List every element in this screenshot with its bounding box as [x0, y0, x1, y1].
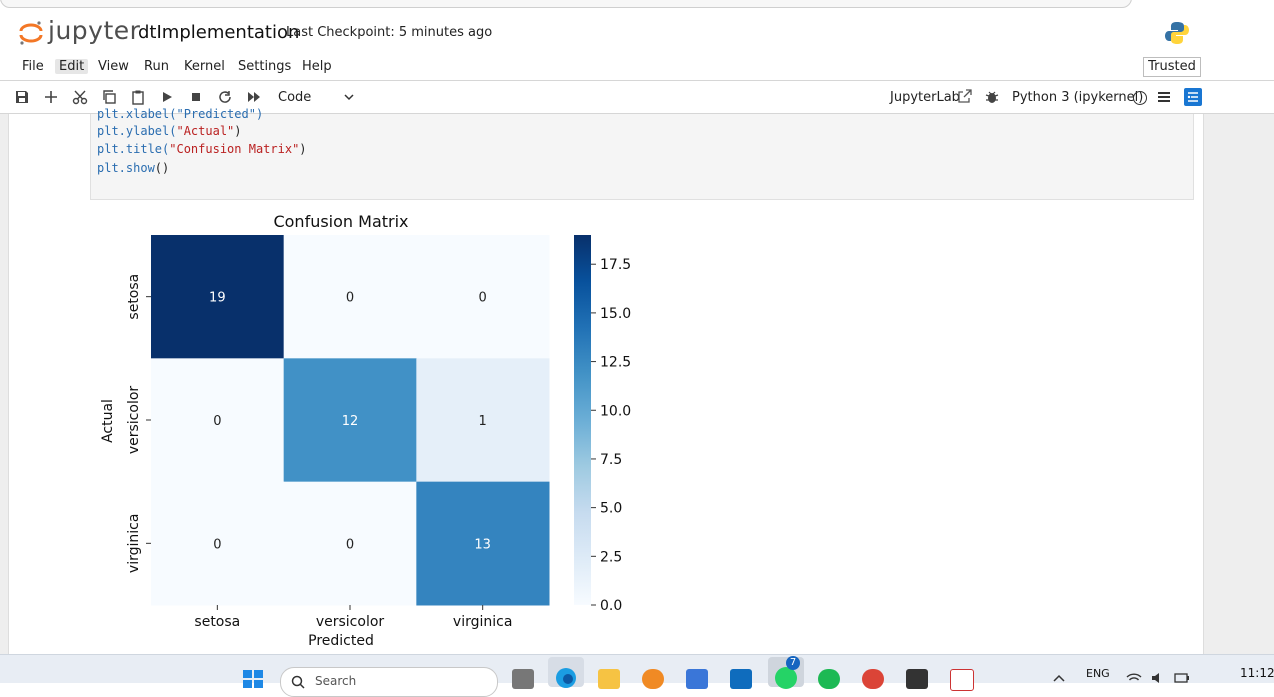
chart-title: Confusion Matrix — [273, 212, 408, 231]
kernel-name[interactable]: Python 3 (ipykernel) — [1012, 90, 1143, 105]
menu-kernel[interactable]: Kernel — [180, 59, 229, 74]
terminal-icon[interactable] — [906, 669, 928, 689]
save-icon[interactable] — [14, 89, 30, 105]
y-tick-label: virginica — [126, 514, 142, 574]
colorbar-tick-label: 7.5 — [600, 452, 622, 468]
y-tick-label: setosa — [126, 274, 142, 320]
y-axis-label: Actual — [100, 399, 116, 443]
add-cell-icon[interactable] — [43, 89, 59, 105]
taskbar-search[interactable]: Search — [280, 667, 498, 697]
jupyter-header: jupyter dtImplementation Last Checkpoint… — [0, 10, 1274, 56]
trusted-indicator[interactable]: Trusted — [1143, 57, 1201, 77]
language-indicator[interactable]: ENG — [1086, 667, 1110, 680]
property-inspector-icon[interactable] — [1184, 88, 1202, 106]
x-tick-label: setosa — [194, 614, 240, 630]
run-icon[interactable] — [159, 89, 175, 105]
battery-icon[interactable] — [1174, 672, 1190, 684]
firefox-icon[interactable] — [642, 669, 664, 689]
search-icon — [291, 675, 305, 689]
windows-taskbar: Search 7 ENG 11:12 — [0, 654, 1274, 697]
x-axis-label: Predicted — [308, 633, 374, 649]
chevron-down-icon[interactable] — [344, 93, 354, 101]
code-line: plt.xlabel("Predicted") — [97, 107, 264, 121]
edge-icon — [556, 668, 576, 688]
x-tick-label: virginica — [453, 614, 513, 630]
task-view-icon[interactable] — [512, 669, 534, 689]
menu-settings[interactable]: Settings — [234, 59, 295, 74]
search-placeholder: Search — [315, 674, 357, 688]
external-link-icon[interactable] — [957, 88, 973, 104]
y-tick-label: versicolor — [126, 386, 142, 455]
colorbar-tick-label: 15.0 — [600, 306, 631, 322]
colorbar-tick-label: 17.5 — [600, 257, 631, 273]
outlook-icon[interactable] — [730, 669, 752, 689]
cell-value-label: 0 — [213, 414, 221, 429]
jupyterlab-link[interactable]: JupyterLab — [890, 90, 960, 105]
kernel-status-icon — [1133, 91, 1147, 105]
code-line: plt.title("Confusion Matrix") — [97, 142, 307, 156]
menu-lines-icon[interactable] — [1156, 89, 1172, 105]
code-cell[interactable]: plt.xlabel("Predicted") plt.ylabel("Actu… — [90, 107, 1194, 200]
copy-icon[interactable] — [101, 89, 117, 105]
colorbar-tick-label: 5.0 — [600, 501, 622, 517]
clock-time[interactable]: 11:12 — [1240, 666, 1274, 680]
colorbar-tick-label: 2.5 — [600, 549, 622, 565]
cell-value-label: 0 — [346, 537, 354, 552]
cell-value-label: 0 — [479, 291, 487, 306]
fast-forward-icon[interactable] — [246, 89, 262, 105]
paste-icon[interactable] — [130, 89, 146, 105]
app-icon[interactable] — [950, 669, 974, 691]
cut-icon[interactable] — [72, 89, 88, 105]
menu-help[interactable]: Help — [298, 59, 336, 74]
x-tick-label: versicolor — [316, 614, 385, 630]
cell-type-select[interactable]: Code — [278, 90, 311, 105]
colorbar-tick-label: 12.5 — [600, 355, 631, 371]
debugger-bug-icon[interactable] — [984, 89, 1000, 105]
menu-bar: File Edit View Run Kernel Settings Help … — [0, 56, 1274, 81]
colorbar — [574, 235, 591, 605]
cell-value-label: 12 — [342, 414, 359, 429]
notebook-title[interactable]: dtImplementation — [138, 22, 299, 43]
wifi-icon[interactable] — [1126, 672, 1142, 684]
colorbar-tick-label: 0.0 — [600, 598, 622, 614]
python-logo-icon — [1165, 22, 1189, 44]
notebook-panel: plt.xlabel("Predicted") plt.ylabel("Actu… — [8, 107, 1204, 654]
menu-file[interactable]: File — [18, 59, 48, 74]
browser-address-strip — [0, 0, 1274, 10]
code-line: plt.ylabel("Actual") — [97, 124, 242, 138]
store-icon[interactable] — [686, 669, 708, 689]
code-line: plt.show() — [97, 161, 170, 175]
menu-edit[interactable]: Edit — [55, 59, 89, 74]
chrome-icon[interactable] — [862, 669, 884, 689]
windows-start-icon[interactable] — [242, 669, 264, 689]
cell-value-label: 0 — [346, 291, 354, 306]
notebook-area: plt.xlabel("Predicted") plt.ylabel("Actu… — [0, 107, 1274, 654]
restart-icon[interactable] — [217, 89, 233, 105]
chevron-up-icon[interactable] — [1053, 674, 1065, 682]
spotify-icon[interactable] — [818, 669, 840, 689]
menu-view[interactable]: View — [94, 59, 133, 74]
jupyter-logo-icon — [19, 21, 43, 45]
file-explorer-icon[interactable] — [598, 669, 620, 689]
notification-badge: 7 — [786, 656, 800, 670]
stop-icon[interactable] — [188, 89, 204, 105]
address-bar[interactable] — [0, 0, 1132, 8]
edge-active-tile[interactable] — [548, 657, 584, 688]
whatsapp-active-tile[interactable]: 7 — [768, 656, 804, 689]
cell-value-label: 13 — [474, 537, 491, 552]
volume-icon[interactable] — [1150, 672, 1166, 684]
whatsapp-icon — [775, 667, 797, 689]
checkpoint-status: Last Checkpoint: 5 minutes ago — [286, 25, 493, 40]
cell-value-label: 0 — [213, 537, 221, 552]
confusion-matrix-chart: Confusion Matrix 19 0 0 0 12 1 0 0 13 setosa vers… — [100, 212, 631, 649]
colorbar-tick-label: 10.0 — [600, 403, 631, 419]
cell-value-label: 1 — [479, 414, 487, 429]
cell-value-label: 19 — [209, 291, 226, 306]
menu-run[interactable]: Run — [140, 59, 173, 74]
jupyter-logo-text[interactable]: jupyter — [48, 16, 140, 45]
